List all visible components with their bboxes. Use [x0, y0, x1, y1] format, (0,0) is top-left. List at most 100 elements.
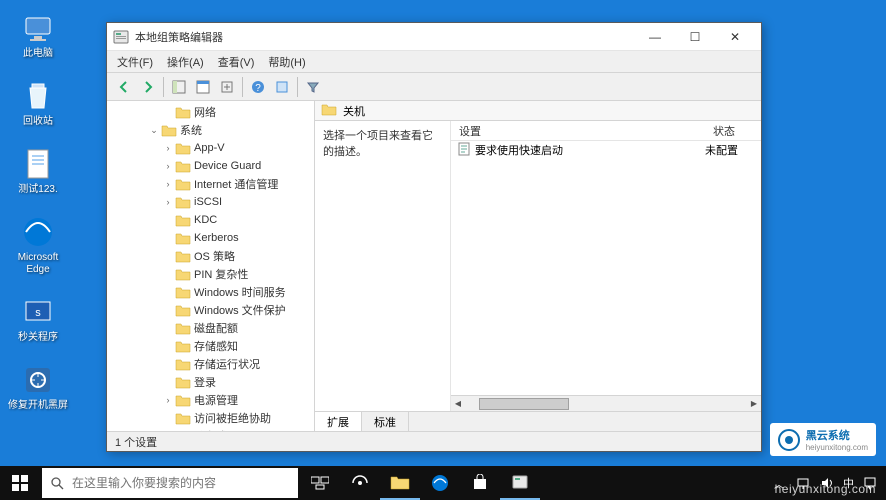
tree-item[interactable]: 磁盘配额 [107, 319, 314, 337]
help-button[interactable]: ? [247, 76, 269, 98]
folder-icon [175, 411, 191, 425]
taskbar-app-gpedit[interactable] [500, 466, 540, 500]
tree-item[interactable]: › App-V [107, 139, 314, 157]
tree-item-label: App-V [194, 142, 225, 154]
expand-toggle[interactable] [161, 357, 175, 371]
expand-toggle[interactable]: › [161, 195, 175, 209]
menu-view[interactable]: 查看(V) [218, 54, 255, 70]
expand-toggle[interactable] [161, 339, 175, 353]
expand-toggle[interactable]: › [161, 159, 175, 173]
expand-toggle[interactable]: › [161, 177, 175, 191]
desktop-icon-edge[interactable]: Microsoft Edge [8, 214, 68, 276]
taskbar-app-snip[interactable] [340, 466, 380, 500]
search-input[interactable] [72, 476, 298, 490]
tree-item[interactable]: 存储运行状况 [107, 355, 314, 373]
col-state[interactable]: 状态 [705, 121, 761, 140]
tree-item[interactable]: PIN 复杂性 [107, 265, 314, 283]
expand-toggle[interactable] [161, 375, 175, 389]
tree-item[interactable]: › iSCSI [107, 193, 314, 211]
tree-item[interactable]: Kerberos [107, 229, 314, 247]
menu-file[interactable]: 文件(F) [117, 54, 153, 70]
folder-icon [175, 213, 191, 227]
expand-toggle[interactable] [161, 249, 175, 263]
tree-item-label: iSCSI [194, 196, 222, 208]
folder-icon [175, 267, 191, 281]
tree-item[interactable]: ⌄系统 [107, 121, 314, 139]
tree-item[interactable]: 存储感知 [107, 337, 314, 355]
menu-action[interactable]: 操作(A) [167, 54, 204, 70]
folder-icon [175, 375, 191, 389]
expand-toggle[interactable] [161, 411, 175, 425]
tree-item[interactable]: ›Device Guard [107, 157, 314, 175]
settings-header[interactable]: 设置 状态 [451, 121, 761, 141]
expand-toggle[interactable] [161, 105, 175, 119]
taskbar-app-edge[interactable] [420, 466, 460, 500]
taskbar-search[interactable] [42, 468, 298, 498]
setting-state: 未配置 [705, 142, 761, 158]
expand-toggle[interactable]: › [161, 141, 175, 155]
close-button[interactable]: ✕ [715, 24, 755, 50]
desktop-icon-recycle-bin[interactable]: 回收站 [8, 78, 68, 128]
back-button[interactable] [113, 76, 135, 98]
statusbar: 1 个设置 [107, 431, 761, 451]
export-list-button[interactable] [216, 76, 238, 98]
show-hide-tree-button[interactable] [168, 76, 190, 98]
setting-row[interactable]: 要求使用快速启动未配置 [451, 141, 761, 159]
nav-tree[interactable]: 网络⌄系统›App-V›Device Guard›Internet 通信管理›i… [107, 101, 315, 431]
expand-toggle[interactable] [161, 321, 175, 335]
taskbar: ︿ 中 [0, 466, 886, 500]
tree-item[interactable]: Windows 文件保护 [107, 301, 314, 319]
svg-text:?: ? [255, 83, 261, 94]
tree-item[interactable]: ›电源管理 [107, 391, 314, 409]
col-setting[interactable]: 设置 [451, 121, 705, 140]
start-button[interactable] [0, 466, 40, 500]
expand-toggle[interactable] [161, 285, 175, 299]
menu-help[interactable]: 帮助(H) [268, 54, 305, 70]
desktop-icon-test-file[interactable]: 测试123. [8, 146, 68, 196]
window-title: 本地组策略编辑器 [135, 29, 635, 45]
minimize-button[interactable]: — [635, 24, 675, 50]
expand-toggle[interactable]: › [161, 393, 175, 407]
description-text: 选择一个项目来查看它的描述。 [323, 127, 442, 159]
filter-button[interactable] [302, 76, 324, 98]
taskbar-app-explorer[interactable] [380, 466, 420, 500]
tab-extended[interactable]: 扩展 [315, 412, 362, 431]
scroll-right-arrow[interactable]: ▶ [747, 397, 761, 411]
tree-item-label: Windows 时间服务 [194, 284, 286, 300]
expand-toggle[interactable] [161, 213, 175, 227]
desktop-icon-seconds-app[interactable]: s秒关程序 [8, 294, 68, 344]
tree-item-label: Kerberos [194, 232, 239, 244]
properties-button[interactable] [192, 76, 214, 98]
this-pc-icon [20, 10, 56, 46]
content-pane: 关机 选择一个项目来查看它的描述。 设置 状态 要求使用快速启动未配置 ◀ ▶ [315, 101, 761, 431]
titlebar[interactable]: 本地组策略编辑器 — ☐ ✕ [107, 23, 761, 51]
tree-item[interactable]: ›Internet 通信管理 [107, 175, 314, 193]
desktop-icon-repair-boot[interactable]: 修复开机黑屏 [8, 362, 68, 412]
maximize-button[interactable]: ☐ [675, 24, 715, 50]
scroll-thumb[interactable] [479, 398, 569, 410]
expand-toggle[interactable] [161, 303, 175, 317]
tree-item[interactable]: KDC [107, 211, 314, 229]
svg-text:s: s [35, 307, 41, 319]
scroll-left-arrow[interactable]: ◀ [451, 397, 465, 411]
tree-item[interactable]: 网络 [107, 103, 314, 121]
horizontal-scrollbar[interactable]: ◀ ▶ [451, 395, 761, 411]
tree-item-label: OS 策略 [194, 248, 235, 264]
task-view-button[interactable] [300, 466, 340, 500]
forward-button[interactable] [137, 76, 159, 98]
folder-icon [175, 177, 191, 191]
tree-item[interactable]: 登录 [107, 373, 314, 391]
tree-item[interactable]: OS 策略 [107, 247, 314, 265]
desktop-icon-label: 修复开机黑屏 [8, 400, 68, 412]
desktop-icon-this-pc[interactable]: 此电脑 [8, 10, 68, 60]
tree-item[interactable]: Windows 时间服务 [107, 283, 314, 301]
settings-list[interactable]: 要求使用快速启动未配置 [451, 141, 761, 395]
desktop-icon-label: 回收站 [23, 116, 53, 128]
refresh-button[interactable] [271, 76, 293, 98]
expand-toggle[interactable] [161, 267, 175, 281]
expand-toggle[interactable]: ⌄ [147, 123, 161, 137]
tab-standard[interactable]: 标准 [362, 412, 409, 431]
expand-toggle[interactable] [161, 231, 175, 245]
tree-item[interactable]: 访问被拒绝协助 [107, 409, 314, 427]
taskbar-app-store[interactable] [460, 466, 500, 500]
